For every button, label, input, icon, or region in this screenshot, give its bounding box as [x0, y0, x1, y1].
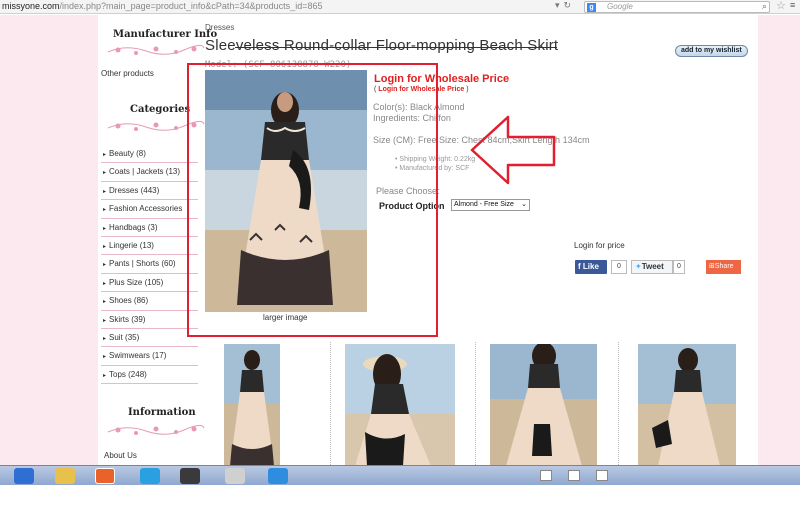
- category-item-beauty[interactable]: ▸ Beauty (8): [101, 145, 198, 164]
- chevron-down-icon: ⌄: [521, 201, 527, 208]
- floral-ornament-icon: [107, 424, 205, 435]
- google-logo-icon[interactable]: g: [587, 3, 596, 12]
- twitter-count: 0: [673, 260, 685, 274]
- title-strike-line: [235, 47, 557, 48]
- thumbnail-image[interactable]: [638, 344, 736, 466]
- app-taskbar-icon[interactable]: [225, 468, 245, 484]
- category-item-tops[interactable]: ▸ Tops (248): [101, 366, 198, 385]
- divider: [330, 342, 331, 465]
- twitter-tweet-button[interactable]: ✦Tweet: [631, 260, 673, 274]
- breadcrumb[interactable]: Dresses: [205, 23, 234, 32]
- category-item-pants-shorts[interactable]: ▸ Pants | Shorts (60): [101, 255, 198, 274]
- firefox-taskbar-icon[interactable]: [95, 468, 115, 484]
- url-path: /index.php?main_page=product_info&cPath=…: [59, 1, 323, 11]
- category-item-suit[interactable]: ▸ Suit (35): [101, 329, 198, 348]
- category-list: ▸ Beauty (8) ▸ Coats | Jackets (13) ▸ Dress…: [101, 145, 198, 385]
- windows-taskbar: [0, 465, 800, 485]
- category-item-dresses[interactable]: ▸ Dresses (443): [101, 182, 198, 201]
- product-option-select[interactable]: Almond - Free Size ⌄: [451, 199, 530, 211]
- facebook-like-count: 0: [611, 260, 627, 274]
- search-input[interactable]: g Google ⌕: [584, 1, 770, 13]
- about-us-link[interactable]: About Us: [104, 451, 137, 460]
- thumbnail-image[interactable]: [345, 344, 455, 466]
- twitter-icon: ✦: [635, 262, 642, 271]
- category-item-coats-jackets[interactable]: ▸ Coats | Jackets (13): [101, 163, 198, 182]
- divider: [475, 342, 476, 465]
- bookmark-star-icon[interactable]: ☆: [776, 0, 786, 12]
- category-item-skirts[interactable]: ▸ Skirts (39): [101, 311, 198, 329]
- categories-title: Categories: [130, 104, 191, 115]
- search-placeholder: Google: [607, 2, 633, 11]
- login-for-price-link[interactable]: Login for price: [574, 241, 625, 250]
- highlight-box: [187, 63, 438, 337]
- address-bar[interactable]: missyone.com/index.php?main_page=product…: [2, 1, 322, 11]
- category-item-shoes[interactable]: ▸ Shoes (86): [101, 292, 198, 311]
- facebook-like-button[interactable]: f Like: [575, 260, 607, 274]
- app-taskbar-icon[interactable]: [140, 468, 160, 484]
- add-to-wishlist-button[interactable]: add to my wishlist: [675, 45, 748, 57]
- manufacturer-info-title: Manufacturer Info: [113, 29, 218, 40]
- ie-taskbar-icon[interactable]: [14, 468, 34, 484]
- app-taskbar-icon[interactable]: [180, 468, 200, 484]
- nav-icons: ▾ ↻: [555, 0, 575, 11]
- product-title: Sleeveless Round-collar Floor-mopping Be…: [205, 37, 559, 54]
- floral-ornament-icon: [107, 44, 205, 55]
- tray-window-icon[interactable]: [596, 470, 608, 481]
- category-item-fashion-accessories[interactable]: ▸ Fashion Accessories: [101, 200, 198, 219]
- search-icon[interactable]: ⌕: [762, 1, 767, 12]
- paren-close: ): [466, 86, 469, 93]
- category-item-lingerie[interactable]: ▸ Lingerie (13): [101, 237, 198, 256]
- share-button[interactable]: ⊞Share: [706, 260, 741, 274]
- thumbnail-image[interactable]: [224, 344, 280, 466]
- divider: [618, 342, 619, 465]
- browser-toolbar: missyone.com/index.php?main_page=product…: [0, 0, 800, 14]
- app-taskbar-icon[interactable]: [268, 468, 288, 484]
- dropdown-arrow-icon[interactable]: ▾: [555, 0, 560, 11]
- blank-area: [0, 485, 800, 510]
- other-products-link[interactable]: Other products: [101, 69, 154, 78]
- tray-window-icon[interactable]: [540, 470, 552, 481]
- thumbnail-image[interactable]: [490, 344, 597, 466]
- category-item-handbags[interactable]: ▸ Handbags (3): [101, 219, 198, 237]
- category-item-plus-size[interactable]: ▸ Plus Size (105): [101, 274, 198, 293]
- folder-taskbar-icon[interactable]: [55, 468, 75, 484]
- information-title: Information: [128, 407, 196, 418]
- red-arrow-icon: [470, 115, 556, 185]
- menu-icon[interactable]: ≡: [790, 0, 795, 10]
- url-host: missyone.com: [2, 1, 60, 11]
- tray-window-icon[interactable]: [568, 470, 580, 481]
- category-item-swimwears[interactable]: ▸ Swimwears (17): [101, 347, 198, 366]
- reload-icon[interactable]: ↻: [564, 0, 572, 11]
